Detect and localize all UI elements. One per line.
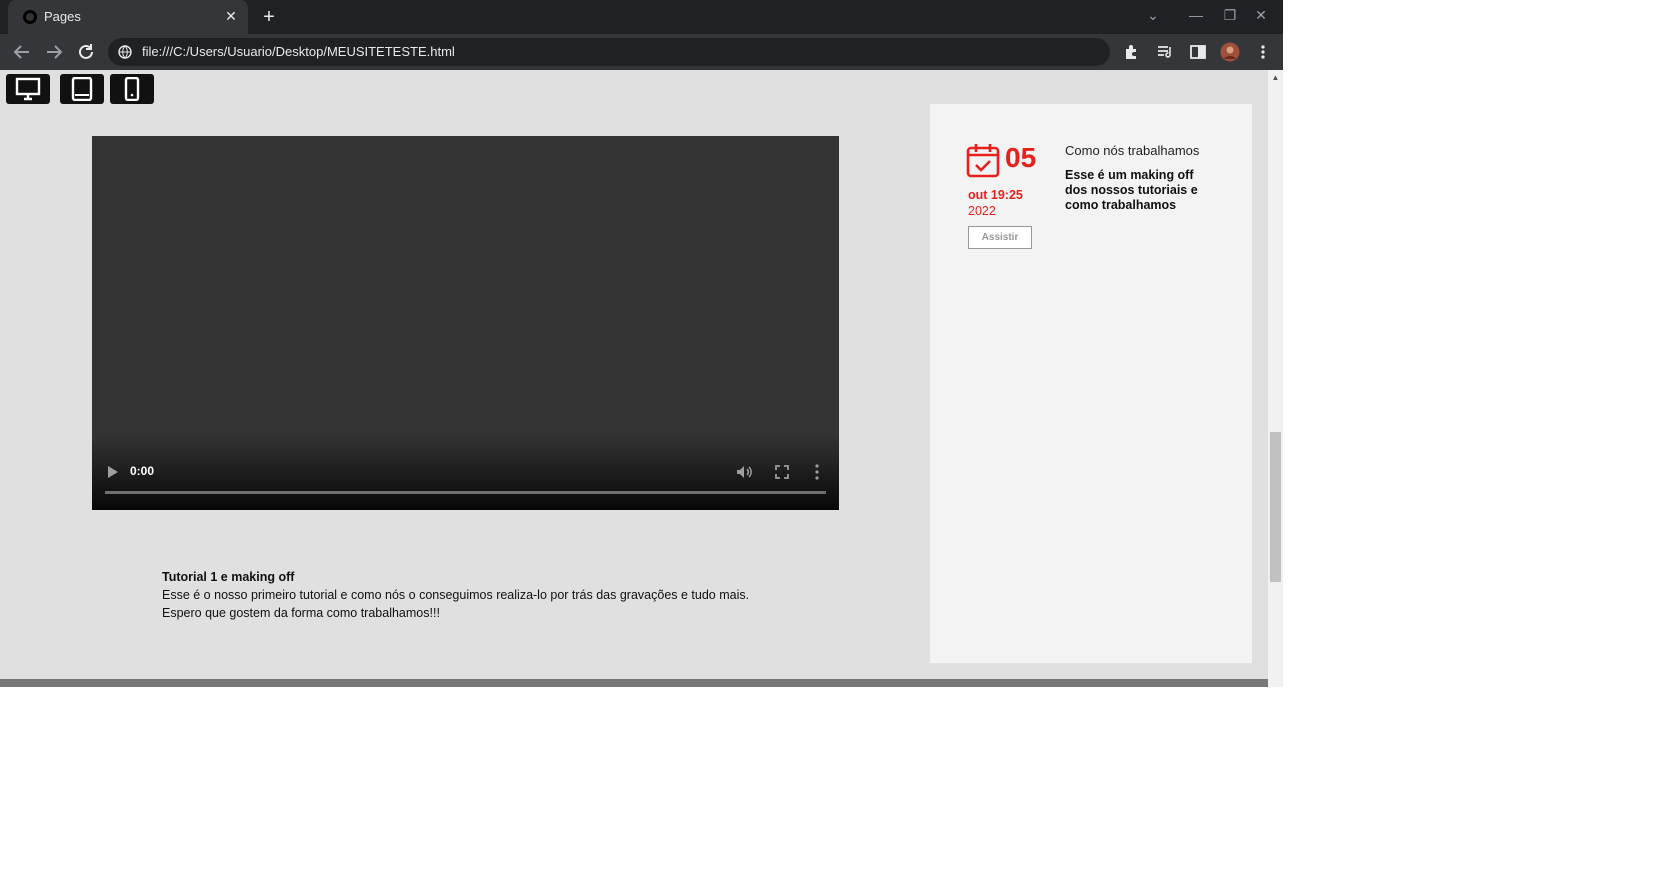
event-description: Esse é um making off dos nossos tutoriai… (1065, 168, 1198, 212)
event-title: Como nós trabalhamos (1065, 143, 1200, 158)
restore-button[interactable]: ❐ (1217, 4, 1243, 26)
volume-icon[interactable] (734, 462, 754, 482)
side-panel-icon[interactable] (1188, 42, 1208, 62)
tab-title: Pages (44, 9, 81, 24)
forward-arrow-icon[interactable] (42, 40, 66, 64)
browser-menu-icon[interactable] (1253, 42, 1273, 62)
tab-search-button[interactable]: ⌄ (1140, 4, 1166, 26)
extensions-puzzle-icon[interactable] (1122, 42, 1142, 62)
event-year: 2022 (968, 204, 996, 218)
event-day: 05 (1005, 142, 1037, 173)
video-more-options-icon[interactable] (812, 462, 822, 482)
minimize-button[interactable]: — (1183, 4, 1209, 26)
url-text[interactable]: file:///C:/Users/Usuario/Desktop/MEUSITE… (142, 44, 455, 59)
scroll-up-arrow-icon[interactable]: ▲ (1268, 72, 1283, 84)
tab-pages[interactable]: Pages ✕ (8, 0, 248, 34)
tab-close-icon[interactable]: ✕ (222, 7, 240, 25)
close-window-button[interactable]: ✕ (1248, 4, 1274, 26)
tablet-view-button[interactable] (60, 74, 104, 104)
video-player[interactable]: 0:00 (92, 136, 839, 510)
fullscreen-icon[interactable] (773, 463, 791, 481)
tab-bar: Pages ✕ + ⌄ — ❐ ✕ (0, 0, 1283, 34)
globe-icon[interactable] (118, 45, 132, 59)
caption-title: Tutorial 1 e making off (162, 570, 295, 584)
caption-line-1: Esse é o nosso primeiro tutorial e como … (162, 588, 750, 602)
caption-line-2: Espero que gostem da forma como trabalha… (162, 606, 440, 620)
tablet-icon (71, 77, 93, 101)
media-queue-icon[interactable] (1155, 42, 1175, 62)
page-favicon-icon (23, 10, 37, 24)
video-progress-bar[interactable] (105, 491, 826, 494)
page-viewport: 0:00 Tutorial 1 e making off Esse é o no… (0, 70, 1268, 687)
reload-icon[interactable] (74, 40, 98, 64)
event-month-time: out 19:25 (968, 188, 1023, 202)
address-bar[interactable]: file:///C:/Users/Usuario/Desktop/MEUSITE… (108, 38, 1110, 66)
watch-button[interactable]: Assistir (968, 226, 1032, 249)
browser-toolbar: file:///C:/Users/Usuario/Desktop/MEUSITE… (0, 34, 1283, 70)
scrollbar-thumb[interactable] (1270, 432, 1281, 582)
mobile-view-button[interactable] (110, 74, 154, 104)
profile-avatar[interactable] (1220, 42, 1240, 62)
desktop-icon (15, 77, 41, 101)
video-caption: Tutorial 1 e making off Esse é o nosso p… (162, 568, 749, 622)
back-arrow-icon[interactable] (10, 40, 34, 64)
page-scrollbar[interactable]: ▲ (1268, 70, 1283, 687)
desktop-view-button[interactable] (6, 74, 50, 104)
mobile-icon (124, 77, 140, 101)
video-controls-bar (92, 435, 839, 510)
calendar-check-icon (966, 144, 1000, 178)
page-bottom-bar (0, 679, 1268, 687)
new-tab-button[interactable]: + (258, 6, 280, 28)
video-time: 0:00 (130, 464, 155, 478)
play-icon[interactable] (106, 464, 120, 480)
event-panel: 05 out 19:25 2022 Assistir Como nós trab… (930, 104, 1252, 663)
